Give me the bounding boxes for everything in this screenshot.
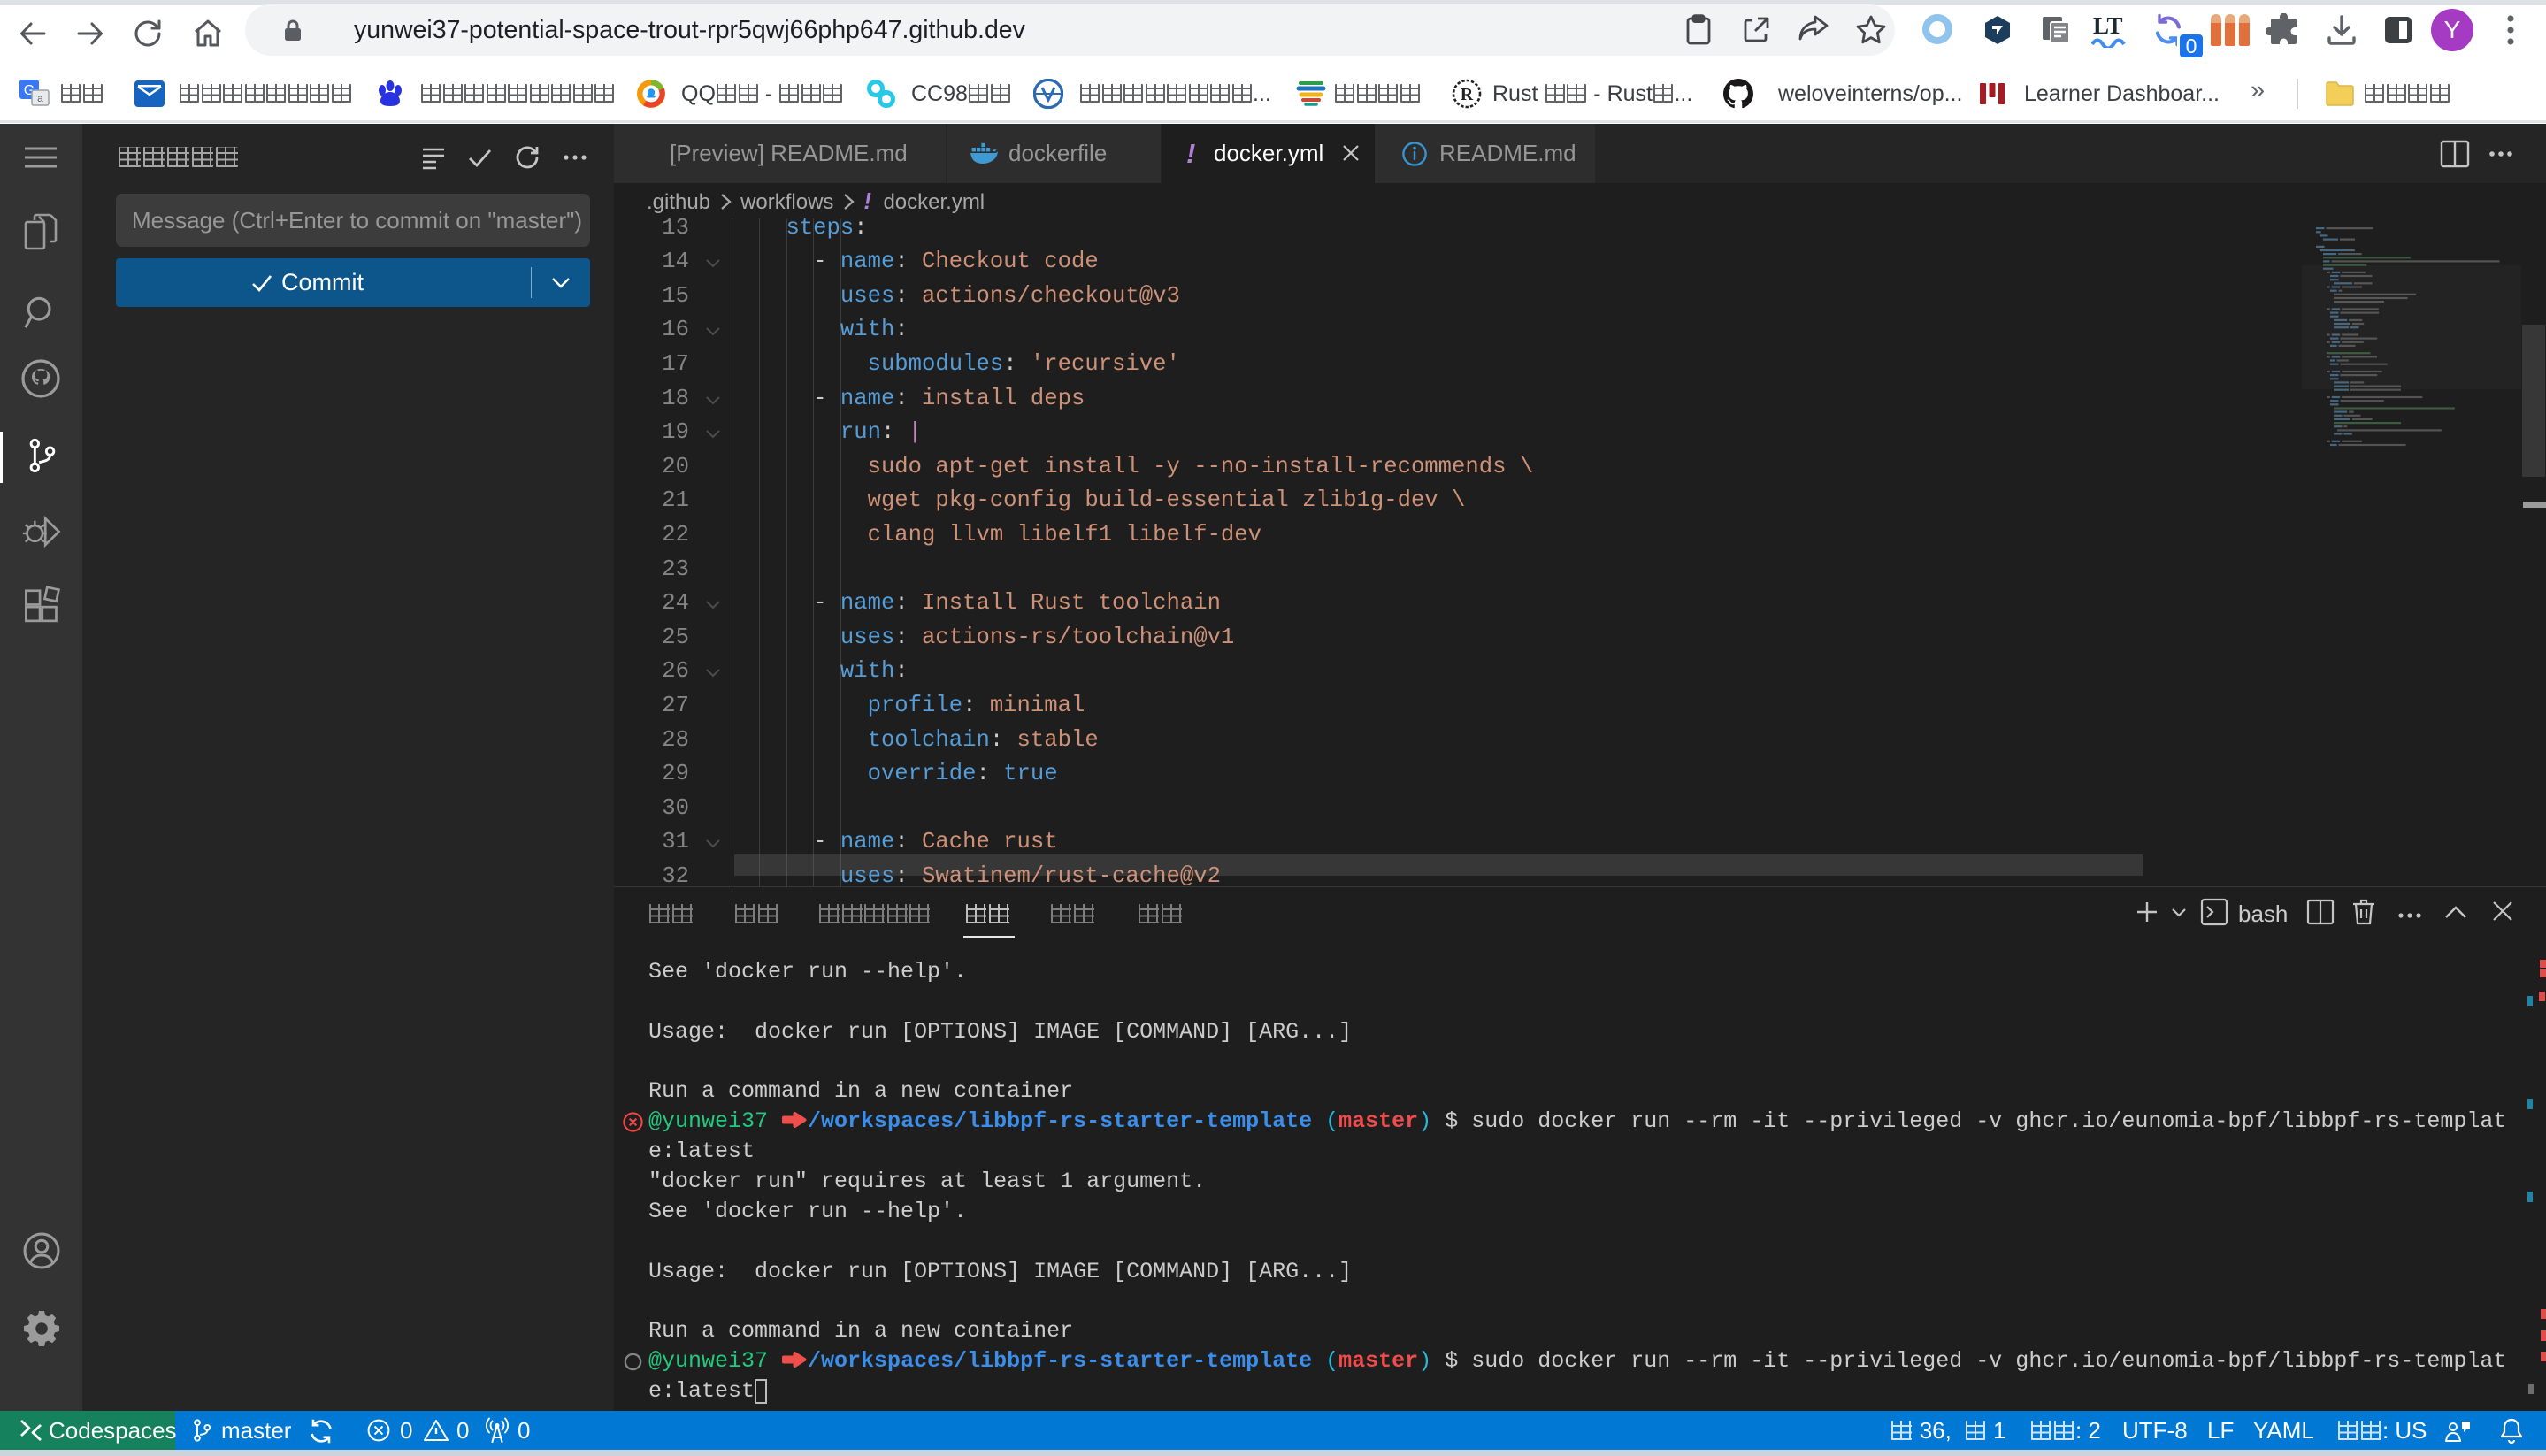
svg-text:a: a <box>37 92 43 104</box>
svg-text:R: R <box>1461 85 1474 104</box>
